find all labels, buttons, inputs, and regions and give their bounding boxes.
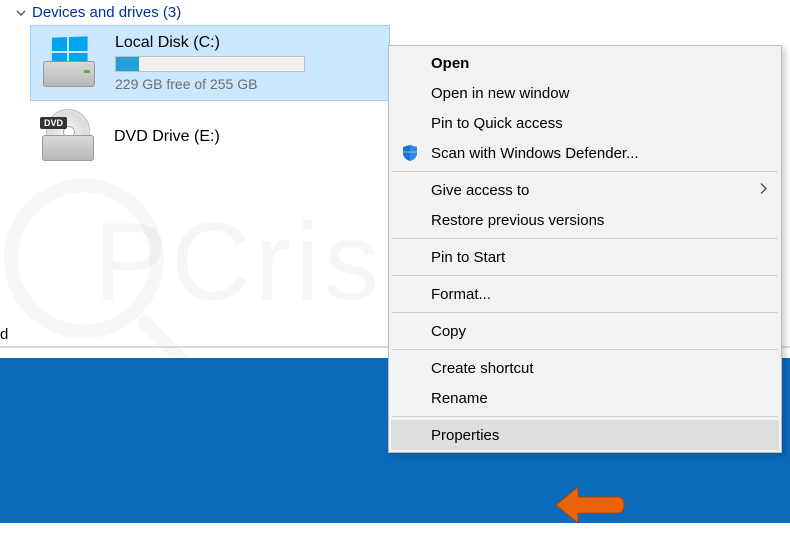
menu-format[interactable]: Format...	[391, 279, 779, 309]
context-menu: Open Open in new window Pin to Quick acc…	[388, 45, 782, 453]
menu-create-shortcut[interactable]: Create shortcut	[391, 353, 779, 383]
orange-arrow-callout-icon	[550, 480, 630, 533]
capacity-fill	[116, 57, 139, 71]
drive-status-label: 229 GB free of 255 GB	[115, 76, 379, 92]
menu-open[interactable]: Open	[391, 48, 779, 78]
menu-give-access[interactable]: Give access to	[391, 175, 779, 205]
drive-dvd-e[interactable]: DVD DVD Drive (E:)	[30, 101, 390, 173]
menu-pin-start[interactable]: Pin to Start	[391, 242, 779, 272]
menu-scan-defender[interactable]: Scan with Windows Defender...	[391, 138, 779, 168]
devices-drives-section-header[interactable]: Devices and drives (3)	[0, 0, 790, 25]
menu-properties[interactable]: Properties	[391, 420, 779, 450]
menu-restore-versions[interactable]: Restore previous versions	[391, 205, 779, 235]
menu-separator	[392, 349, 778, 350]
menu-separator	[392, 171, 778, 172]
menu-rename[interactable]: Rename	[391, 383, 779, 413]
drive-name-label: Local Disk (C:)	[115, 34, 379, 52]
shield-icon	[401, 144, 419, 162]
drive-name-label: DVD Drive (E:)	[114, 128, 380, 146]
capacity-bar	[115, 56, 305, 72]
magnifier-watermark-icon	[4, 178, 164, 338]
chevron-right-icon	[759, 182, 767, 199]
menu-pin-quick-access[interactable]: Pin to Quick access	[391, 108, 779, 138]
hard-disk-icon	[41, 35, 97, 91]
chevron-down-icon	[16, 8, 26, 18]
drive-local-disk-c[interactable]: Local Disk (C:) 229 GB free of 255 GB	[30, 25, 390, 101]
section-title: Devices and drives (3)	[32, 4, 181, 21]
menu-separator	[392, 275, 778, 276]
menu-separator	[392, 416, 778, 417]
menu-separator	[392, 238, 778, 239]
dvd-drive-icon: DVD	[40, 109, 96, 165]
menu-open-new-window[interactable]: Open in new window	[391, 78, 779, 108]
menu-copy[interactable]: Copy	[391, 316, 779, 346]
menu-separator	[392, 312, 778, 313]
truncated-text: d	[0, 326, 8, 343]
